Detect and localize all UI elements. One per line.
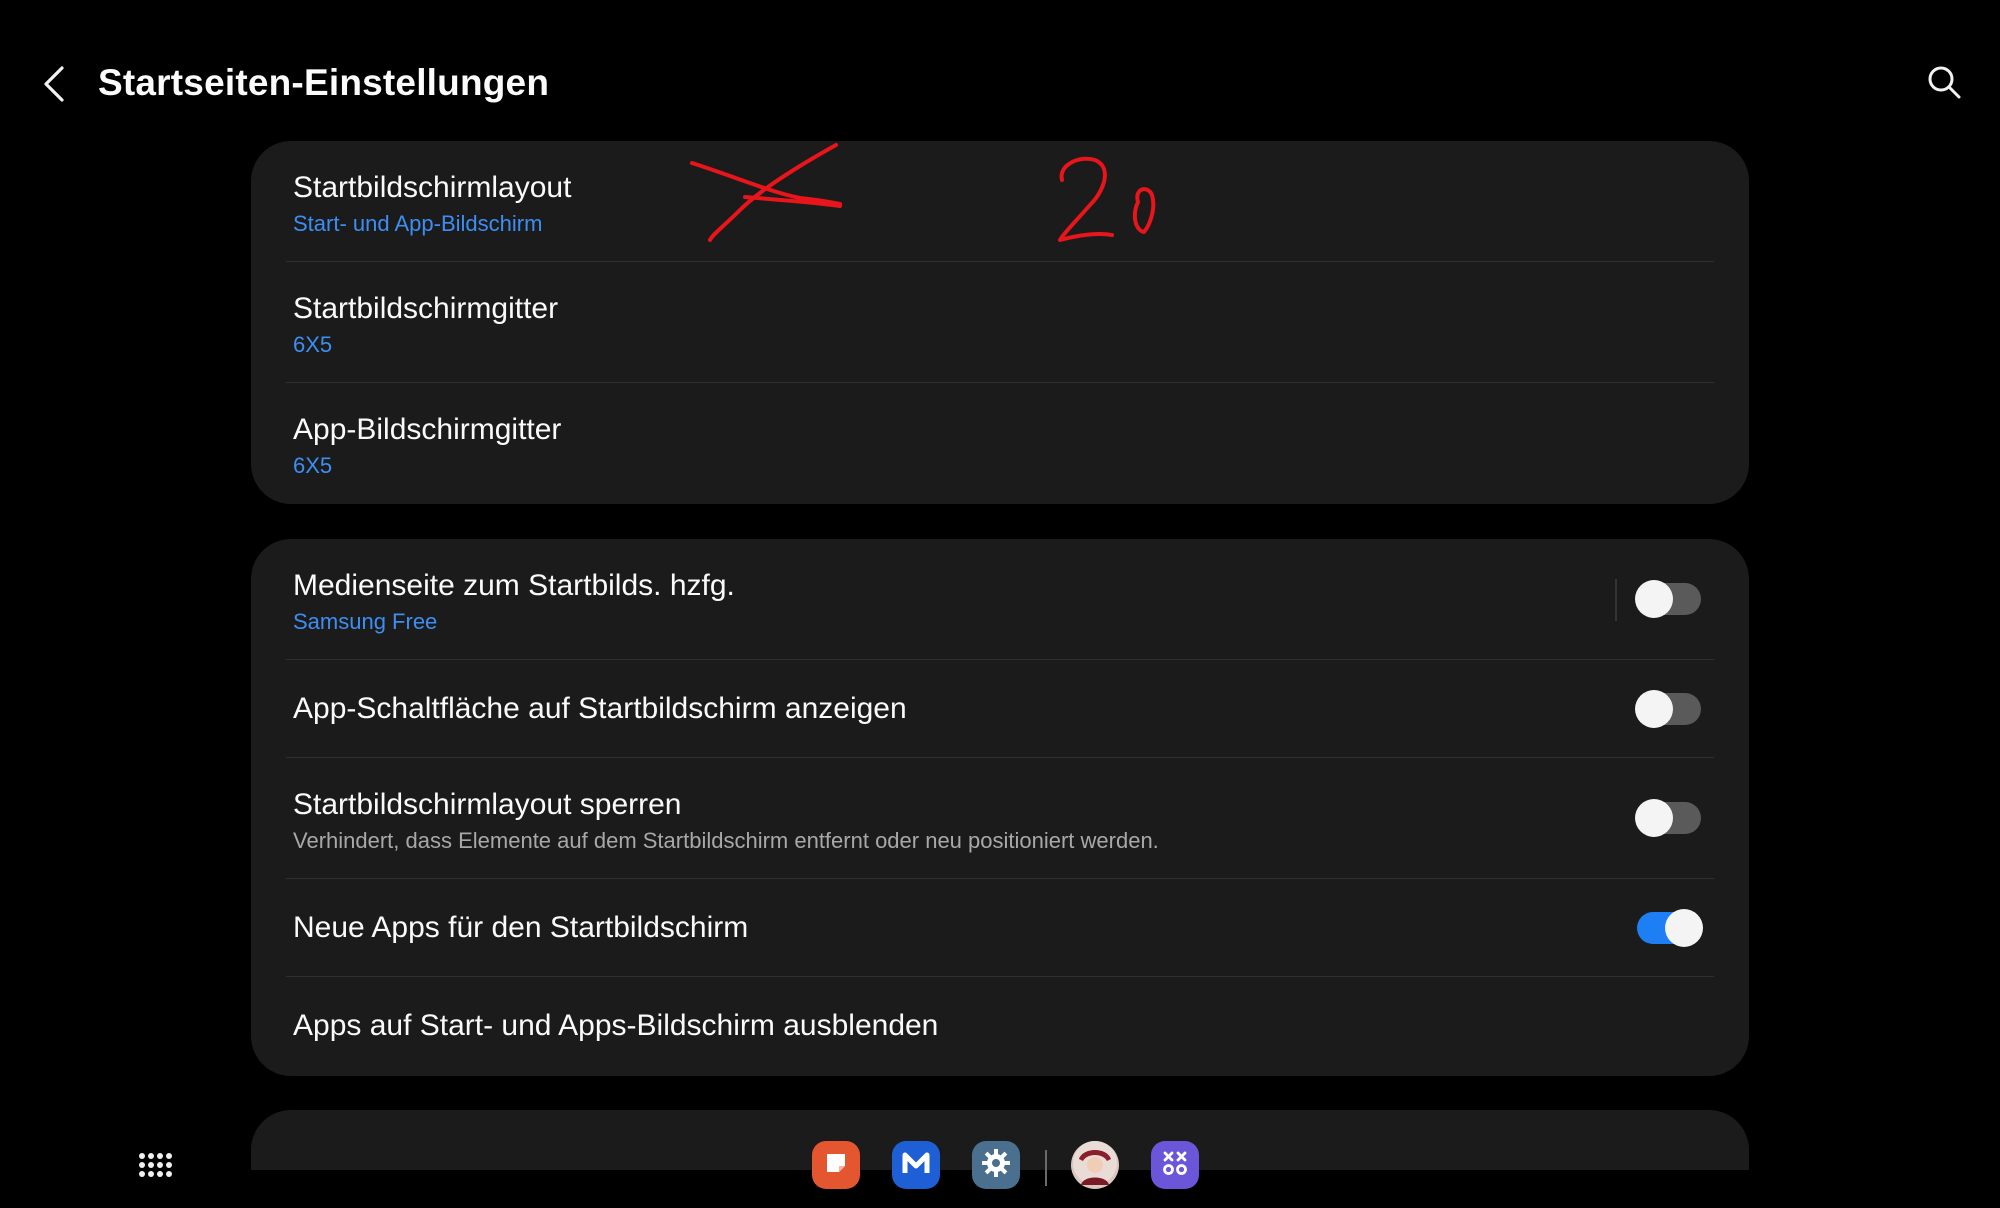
toggle-knob [1635, 580, 1673, 618]
apps-grid-icon [138, 1153, 172, 1190]
chevron-left-icon [42, 64, 66, 109]
m-app-button[interactable] [892, 1141, 940, 1189]
game-launcher-icon [1160, 1148, 1190, 1183]
item-title: App-Bildschirmgitter [293, 413, 562, 446]
item-subtitle: 6X5 [293, 332, 333, 357]
settings-item-apps-button[interactable]: App-Schaltfläche auf Startbildschirm anz… [251, 660, 1749, 758]
item-title: Startbildschirmlayout [293, 171, 572, 204]
notes-app-button[interactable] [812, 1141, 860, 1189]
item-subtitle: Samsung Free [293, 609, 438, 634]
item-title: Startbildschirmlayout sperren [293, 788, 682, 821]
taskbar [0, 1122, 2000, 1208]
apps-button-toggle[interactable] [1635, 690, 1701, 728]
apps-button[interactable] [138, 1152, 172, 1186]
new-apps-toggle[interactable] [1637, 909, 1703, 947]
settings-gear-icon [980, 1147, 1012, 1184]
game-launcher-button[interactable] [1151, 1141, 1199, 1189]
vertical-separator [1615, 579, 1617, 621]
toggle-knob [1635, 799, 1673, 837]
item-title: Neue Apps für den Startbildschirm [293, 911, 749, 944]
back-button[interactable] [36, 62, 72, 110]
item-description: Verhindert, dass Elemente auf dem Startb… [293, 828, 1159, 853]
lock-layout-toggle[interactable] [1635, 799, 1701, 837]
item-subtitle: 6X5 [293, 453, 333, 478]
toggle-knob [1635, 690, 1673, 728]
page-title: Startseiten-Einstellungen [98, 62, 550, 103]
item-title: App-Schaltfläche auf Startbildschirm anz… [293, 692, 907, 725]
settings-item-lock-layout[interactable]: Startbildschirmlayout sperren Verhindert… [251, 758, 1749, 879]
search-icon [1926, 64, 1962, 105]
settings-item-new-apps[interactable]: Neue Apps für den Startbildschirm [251, 879, 1749, 977]
contact-avatar-icon [1073, 1140, 1117, 1190]
settings-item-apps-grid[interactable]: App-Bildschirmgitter 6X5 [251, 383, 1749, 504]
item-subtitle: Start- und App-Bildschirm [293, 211, 543, 236]
toggle-knob [1665, 909, 1703, 947]
settings-item-home-layout[interactable]: Startbildschirmlayout Start- und App-Bil… [251, 141, 1749, 262]
home-options-card: Medienseite zum Startbilds. hzfg. Samsun… [251, 539, 1749, 1076]
media-page-toggle[interactable] [1635, 580, 1701, 618]
m-app-icon [900, 1147, 932, 1184]
item-title: Startbildschirmgitter [293, 292, 559, 325]
settings-item-hide-apps[interactable]: Apps auf Start- und Apps-Bildschirm ausb… [251, 977, 1749, 1076]
settings-item-home-grid[interactable]: Startbildschirmgitter 6X5 [251, 262, 1749, 383]
item-title: Apps auf Start- und Apps-Bildschirm ausb… [293, 1009, 939, 1042]
notes-app-icon [821, 1148, 851, 1183]
dock-separator [1045, 1150, 1047, 1186]
settings-item-media-page[interactable]: Medienseite zum Startbilds. hzfg. Samsun… [251, 539, 1749, 660]
item-title: Medienseite zum Startbilds. hzfg. [293, 569, 735, 602]
layout-settings-card: Startbildschirmlayout Start- und App-Bil… [251, 141, 1749, 504]
settings-app-button[interactable] [972, 1141, 1020, 1189]
contact-avatar-button[interactable] [1071, 1140, 1119, 1190]
search-button[interactable] [1922, 62, 1966, 106]
